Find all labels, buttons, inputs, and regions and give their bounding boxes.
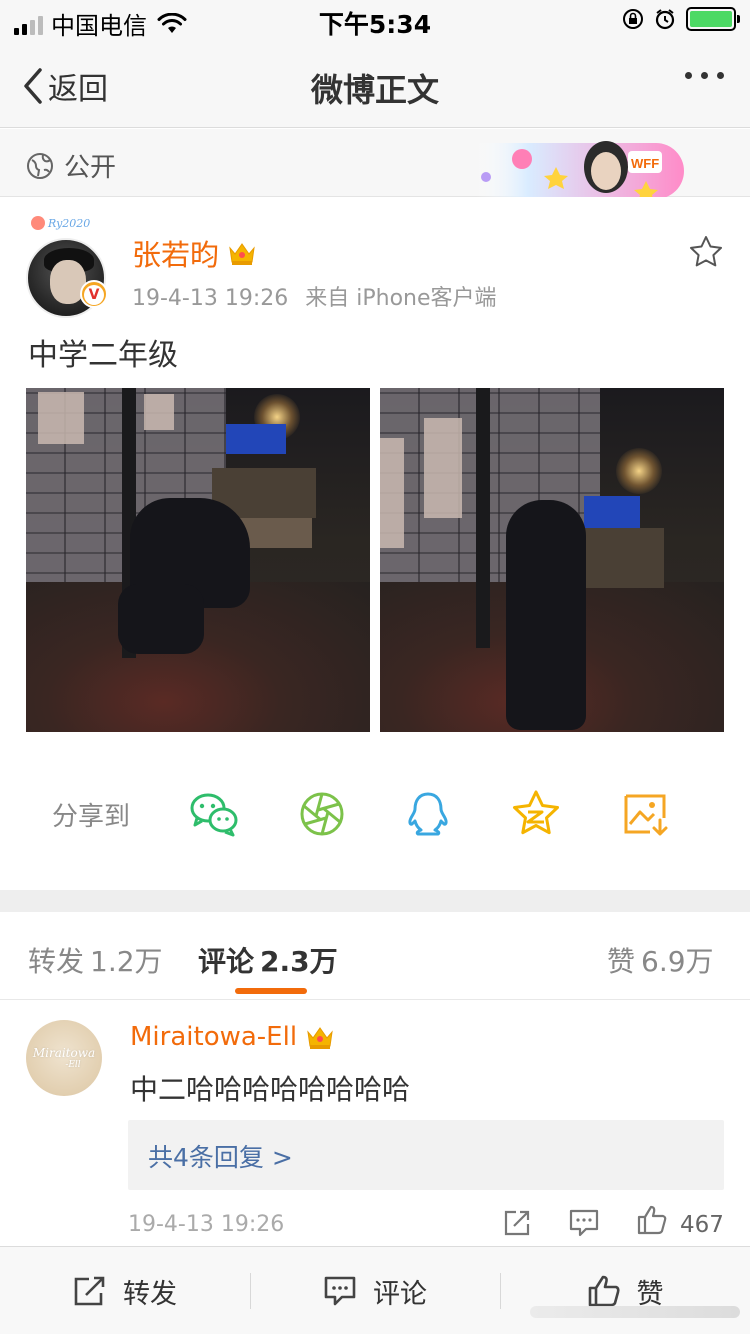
back-label: 返回 (48, 72, 108, 107)
interaction-tabs: 转发 1.2万 评论 2.3万 赞 6.9万 (0, 912, 750, 1000)
crown-icon (307, 1027, 333, 1049)
commenter-name[interactable]: Miraitowa-Ell (130, 1022, 297, 1052)
more-dots-icon[interactable] (685, 72, 724, 79)
share-label: 分享到 (52, 802, 131, 832)
view-replies-label: 共4条回复 > (148, 1143, 293, 1172)
nav-bar: 返回 微博正文 (0, 42, 750, 128)
tab-reposts-count: 1.2万 (90, 945, 163, 978)
share-out-icon[interactable] (502, 1208, 532, 1238)
moments-icon[interactable] (296, 788, 348, 840)
tab-likes-count: 6.9万 (641, 945, 714, 978)
like-label: 赞 (636, 1278, 664, 1310)
post-source: 来自 iPhone客户端 (305, 286, 497, 311)
crown-icon (229, 243, 255, 265)
verified-badge: V (80, 280, 108, 308)
repost-button[interactable]: 转发 (0, 1247, 250, 1334)
banner-tag: WFF (631, 156, 659, 171)
globe-icon (27, 152, 53, 179)
orientation-lock-icon (623, 9, 643, 29)
repost-icon (74, 1276, 105, 1306)
thumbs-up-icon[interactable] (636, 1204, 668, 1236)
comment-timestamp: 19-4-13 19:26 (128, 1212, 285, 1237)
view-replies-button[interactable]: 共4条回复 > (128, 1120, 724, 1190)
verified-badge-text: V (84, 285, 104, 305)
post-photo-1[interactable] (26, 388, 370, 732)
battery-charging-icon (686, 7, 740, 31)
tab-likes-label: 赞 (607, 945, 636, 978)
comment-text: 中二哈哈哈哈哈哈哈哈 (130, 1073, 411, 1106)
post-timestamp: 19-4-13 19:26 (132, 286, 289, 311)
author-name-row: 张若昀 (132, 232, 257, 274)
post-photo-2[interactable] (380, 388, 724, 732)
bottom-action-bar: 转发 评论 赞 (0, 1246, 750, 1334)
comment-button[interactable]: 评论 (250, 1247, 500, 1334)
active-tab-indicator (235, 988, 307, 994)
comment-label: 评论 (373, 1278, 427, 1310)
avatar-tag-text: Ry2020 (47, 217, 90, 230)
page-title: 微博正文 (310, 71, 439, 109)
commenter-avatar[interactable]: Miraitowa -Ell (26, 1020, 102, 1096)
alarm-icon (655, 9, 675, 30)
tab-reposts-label: 转发 (28, 945, 85, 978)
share-row: 分享到 (0, 760, 750, 870)
status-right (622, 7, 740, 31)
commenter-name-row: Miraitowa-Ell (130, 1022, 335, 1052)
tab-reposts[interactable]: 转发 1.2万 (28, 940, 163, 980)
like-button[interactable]: 赞 (500, 1247, 750, 1334)
commenter-avatar-text: Miraitowa (32, 1046, 96, 1060)
post-meta: 19-4-13 19:26 来自 iPhone客户端 (132, 280, 497, 312)
status-bar: 中国电信 下午5:34 (0, 0, 750, 42)
comment-item: Miraitowa -Ell Miraitowa-Ell 中二哈哈哈哈哈哈哈哈 … (0, 1002, 750, 1252)
save-image-icon[interactable] (620, 788, 672, 840)
comment-bubble-icon[interactable] (568, 1208, 600, 1238)
post-text: 中学二年级 (28, 338, 178, 373)
commenter-avatar-sub: -Ell (65, 1060, 81, 1070)
visibility-label: 公开 (64, 153, 117, 183)
tab-comments[interactable]: 评论 2.3万 (198, 940, 338, 980)
qq-icon[interactable] (402, 788, 454, 840)
visibility-public: 公开 (26, 147, 116, 184)
like-icon (588, 1275, 620, 1307)
comment-icon (324, 1276, 356, 1306)
avatar-tag: Ry2020 (31, 216, 90, 230)
back-button[interactable]: 返回 (22, 64, 108, 108)
wechat-icon[interactable] (188, 788, 240, 840)
visibility-bar: 公开 WFF (0, 129, 750, 197)
tab-likes[interactable]: 赞 6.9万 (607, 940, 714, 980)
favorite-star-icon[interactable] (688, 234, 724, 270)
comment-like-count: 467 (680, 1212, 724, 1238)
tab-comments-label: 评论 (198, 945, 255, 978)
promo-banner[interactable]: WFF (456, 137, 688, 197)
chevron-left-icon (24, 68, 42, 104)
section-divider (0, 890, 750, 912)
home-indicator (530, 1306, 740, 1318)
tab-comments-count: 2.3万 (260, 945, 338, 978)
author-name[interactable]: 张若昀 (132, 232, 219, 274)
repost-label: 转发 (123, 1278, 177, 1310)
qzone-icon[interactable] (510, 788, 562, 840)
